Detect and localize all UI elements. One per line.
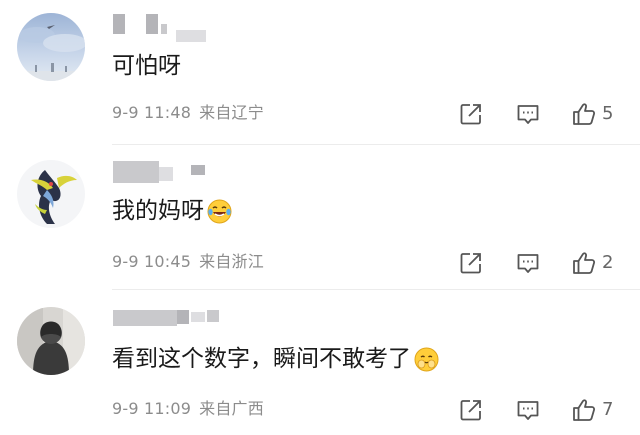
comment-icon (517, 401, 539, 420)
avatar[interactable] (17, 13, 85, 81)
comment-text: 看到这个数字，瞬间不敢考了 (112, 344, 439, 374)
comment-item: 我的妈呀 9-9 10:45 来自浙江 2 (0, 145, 640, 290)
avatar[interactable] (17, 307, 85, 375)
reply-button[interactable] (515, 101, 541, 127)
username-redacted[interactable] (113, 304, 243, 328)
laughing-crying-emoji (207, 199, 232, 224)
thumbs-up-icon (573, 399, 596, 421)
comment-meta: 9-9 10:45 来自浙江 (112, 251, 264, 273)
share-icon (460, 400, 481, 421)
comment-text-content: 看到这个数字，瞬间不敢考了 (112, 346, 411, 372)
username-redacted[interactable] (113, 14, 243, 42)
thumbs-up-icon (573, 103, 596, 125)
comment-location: 来自浙江 (199, 252, 264, 271)
reply-button[interactable] (515, 250, 541, 276)
comment-icon (517, 254, 539, 273)
share-button[interactable] (458, 101, 484, 127)
comment-item: 看到这个数字，瞬间不敢考了 9-9 11:09 来自广西 7 (0, 290, 640, 435)
comment-date: 9-9 11:48 (112, 103, 192, 122)
like-count: 5 (602, 103, 614, 124)
comment-date: 9-9 11:09 (112, 399, 192, 418)
share-icon (460, 104, 481, 125)
like-count: 2 (602, 252, 614, 273)
share-button[interactable] (458, 397, 484, 423)
comment-text: 可怕呀 (112, 51, 181, 81)
comment-location: 来自广西 (199, 399, 264, 418)
thumbs-up-icon (573, 252, 596, 274)
comment-icon (517, 105, 539, 124)
reply-button[interactable] (515, 397, 541, 423)
comment-text-content: 我的妈呀 (112, 198, 204, 224)
comment-text-content: 可怕呀 (112, 53, 181, 79)
comment-item: 可怕呀 9-9 11:48 来自辽宁 5 (0, 0, 640, 145)
comment-text: 我的妈呀 (112, 196, 232, 226)
comment-meta: 9-9 11:09 来自广西 (112, 398, 264, 420)
like-button[interactable]: 2 (571, 250, 613, 276)
avatar[interactable] (17, 160, 85, 228)
username-redacted[interactable] (113, 159, 243, 183)
praying-hands-face-emoji (414, 347, 439, 372)
share-icon (460, 253, 481, 274)
comment-location: 来自辽宁 (199, 103, 264, 122)
like-button[interactable]: 5 (571, 101, 613, 127)
comment-meta: 9-9 11:48 来自辽宁 (112, 102, 264, 124)
share-button[interactable] (458, 250, 484, 276)
comment-date: 9-9 10:45 (112, 252, 192, 271)
like-count: 7 (602, 399, 614, 420)
like-button[interactable]: 7 (571, 397, 613, 423)
